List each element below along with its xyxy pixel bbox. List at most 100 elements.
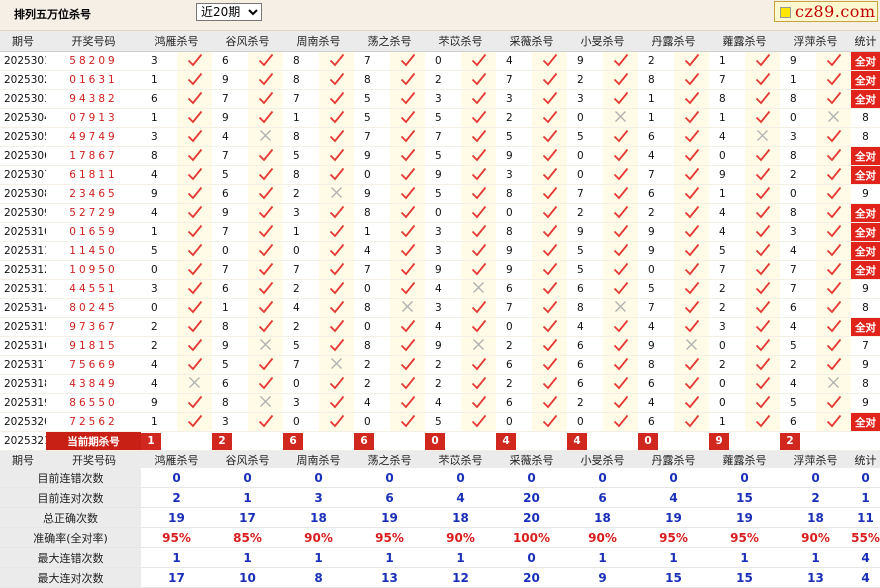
result-mark-cell [177, 127, 212, 147]
kill-number-cell: 3 [141, 51, 177, 71]
kill-number-cell: 4 [354, 241, 390, 261]
result-mark-cell [177, 393, 212, 413]
kill-number-cell: 2 [780, 165, 816, 185]
draw-number-cell: 75669 [46, 355, 141, 375]
kill-number-cell: 2 [567, 203, 603, 223]
check-icon [400, 262, 416, 279]
check-icon [471, 243, 487, 260]
kill-number-cell: 6 [638, 127, 674, 147]
result-mark-cell [461, 298, 496, 318]
check-icon [613, 186, 629, 203]
stats-value: 12 [425, 567, 496, 588]
result-mark-cell [319, 184, 354, 204]
result-mark-cell [390, 393, 425, 413]
kill-number-cell: 5 [780, 393, 816, 413]
check-icon [258, 167, 274, 184]
result-mark-cell [177, 317, 212, 337]
result-mark-cell [248, 51, 283, 71]
result-mark-cell [248, 317, 283, 337]
kill-number-cell: 3 [425, 222, 461, 242]
table-row: 20253082346596295876109 [0, 184, 880, 204]
kill-number-cell: 9 [638, 222, 674, 242]
result-mark-cell [461, 89, 496, 109]
period-cell: 2025314 [0, 298, 46, 318]
period-select[interactable]: 近20期 [196, 3, 262, 21]
cross-icon [472, 281, 485, 297]
kill-number-cell: 5 [212, 355, 248, 375]
check-icon [329, 262, 345, 279]
site-logo[interactable]: cz89.com [774, 1, 878, 22]
kill-number-cell: 0 [496, 317, 532, 337]
check-icon [329, 129, 345, 146]
kill-number-cell: 4 [425, 393, 461, 413]
kill-number-cell: 9 [212, 336, 248, 356]
result-mark-cell [461, 146, 496, 166]
check-icon [613, 414, 629, 431]
current-kill-cell: 2 [212, 431, 283, 451]
result-mark-cell [248, 184, 283, 204]
stat-cell: 7 [851, 336, 880, 356]
kill-number-cell: 2 [425, 70, 461, 90]
period-cell: 2025313 [0, 279, 46, 299]
result-mark-cell [390, 203, 425, 223]
stats-value: 13 [780, 567, 851, 588]
logo-text: cz89.com [795, 2, 876, 21]
result-mark-cell [177, 260, 212, 280]
check-icon [329, 224, 345, 241]
result-mark-cell [674, 279, 709, 299]
check-icon [684, 243, 700, 260]
col-header-stat: 统计 [851, 31, 880, 52]
result-mark-cell [674, 317, 709, 337]
result-mark-cell [603, 241, 638, 261]
kill-number-cell: 9 [141, 393, 177, 413]
check-icon [542, 319, 558, 336]
result-mark-cell [745, 222, 780, 242]
kill-number-cell: 6 [141, 89, 177, 109]
kill-number-cell: 7 [212, 222, 248, 242]
result-mark-cell [603, 203, 638, 223]
result-mark-cell [603, 374, 638, 394]
kill-number-cell: 8 [354, 298, 390, 318]
period-cell: 2025315 [0, 317, 46, 337]
stats-header-draw: 开奖号码 [72, 453, 116, 467]
result-mark-cell [603, 355, 638, 375]
result-mark-cell [532, 393, 567, 413]
result-mark-cell [674, 374, 709, 394]
draw-number-cell: 52729 [46, 203, 141, 223]
stats-col-header-killer: 鸿雁杀号 [141, 451, 212, 468]
result-mark-cell [390, 279, 425, 299]
result-mark-cell [532, 70, 567, 90]
kill-number-cell: 3 [496, 165, 532, 185]
stat-cell: 全对 [851, 241, 880, 261]
current-kill-number: 2 [780, 432, 800, 450]
stats-value: 90% [780, 527, 851, 548]
col-header-draw: 开奖号码 [46, 31, 141, 52]
check-icon [826, 91, 842, 108]
kill-number-cell: 7 [212, 89, 248, 109]
check-icon [329, 338, 345, 355]
check-icon [187, 243, 203, 260]
result-mark-cell [745, 336, 780, 356]
kill-number-cell: 0 [354, 279, 390, 299]
check-icon [755, 205, 771, 222]
stats-header-row: 期号 开奖号码 鸿雁杀号 谷风杀号 周南杀号 荡之杀号 芣苡杀号 采薇杀号 小旻杀号 丹露杀号 蕹露… [0, 451, 880, 468]
check-icon [400, 357, 416, 374]
stats-value: 20 [496, 507, 567, 528]
stats-value: 90% [283, 527, 354, 548]
check-icon [684, 414, 700, 431]
check-icon [258, 300, 274, 317]
result-mark-cell [461, 70, 496, 90]
result-mark-cell [603, 89, 638, 109]
check-icon [755, 53, 771, 70]
check-icon [471, 262, 487, 279]
check-icon [258, 224, 274, 241]
stat-cell: 全对 [851, 260, 880, 280]
kill-number-cell: 0 [709, 146, 745, 166]
result-mark-cell [248, 70, 283, 90]
stats-value: 20 [496, 487, 567, 508]
stat-cell: 9 [851, 393, 880, 413]
check-icon [613, 395, 629, 412]
stats-value: 1 [283, 547, 354, 568]
check-icon [400, 414, 416, 431]
current-kill-number: 9 [709, 432, 729, 450]
